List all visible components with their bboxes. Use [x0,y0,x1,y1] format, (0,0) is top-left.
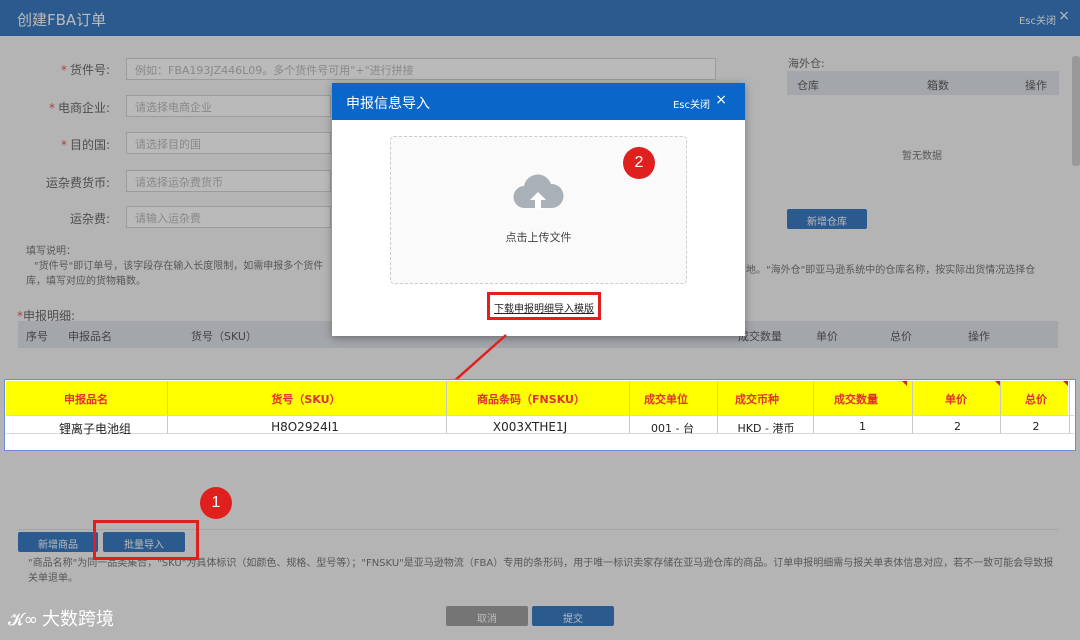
header-quantity: 成交数量 [834,393,878,406]
row-border [6,415,1074,416]
header-product-name: 申报品名 [64,393,108,406]
cell-border [912,381,913,433]
template-header-row: 申报品名 货号（SKU） 商品条码（FNSKU） 成交单位 成交币种 成交数量 … [6,381,1068,415]
cell-border [1000,381,1001,433]
cell-sku: H8O2924I1 [271,420,339,434]
cell-border [167,381,168,433]
header-fnsku: 商品条码（FNSKU） [477,393,585,406]
cell-border [446,381,447,433]
watermark-text: 大数跨境 [41,609,114,630]
cell-quantity: 1 [859,420,866,433]
cell-total: 2 [1032,420,1040,433]
comment-marker [1063,381,1068,386]
cell-product-name: 锂离子电池组 [58,422,131,436]
watermark-logo: 𝓚∞ 大数跨境 [8,605,114,631]
cell-fnsku: X003XTHE1J [492,420,568,434]
header-sku: 货号（SKU） [271,393,341,406]
comment-marker [902,381,907,386]
cell-unit: 001 - 台 [651,422,694,435]
header-total: 总价 [1025,393,1047,406]
cell-currency: HKD - 港币 [737,422,795,435]
cell-border [717,381,718,433]
step-badge-1: 1 [200,487,232,519]
header-unit: 成交单位 [644,393,688,406]
cell-border [813,381,814,433]
cell-border [1069,381,1070,433]
cell-unit-price: 2 [954,420,961,433]
brand-logo-icon: 𝓚∞ [8,610,38,630]
header-currency: 成交币种 [735,393,779,406]
batch-import-highlight [93,520,199,560]
template-preview-table: 申报品名 货号（SKU） 商品条码（FNSKU） 成交单位 成交币种 成交数量 … [4,379,1076,451]
header-unit-price: 单价 [945,393,967,406]
